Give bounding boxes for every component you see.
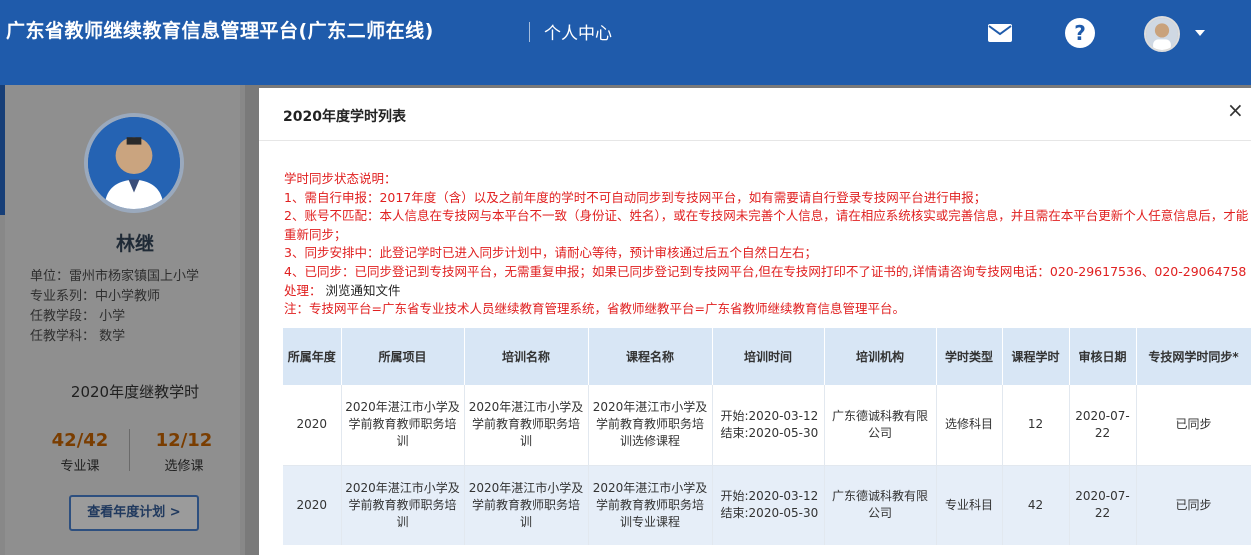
cell-year: 2020	[283, 465, 342, 545]
notice-file-link[interactable]: 浏览通知文件	[326, 283, 401, 298]
top-header: 广东省教师继续教育信息管理平台(广东二师在线) 个人中心 ?	[0, 0, 1251, 85]
cell-time: 开始:2020-03-12 结束:2020-05-30	[712, 385, 825, 466]
note-4-text: 4、已同步：已同步登记到专技网平台，无需重复申报；如果已同步登记到专技网平台,但…	[284, 263, 1247, 298]
column-header: 学时类型	[936, 328, 1003, 385]
platform-title[interactable]: 广东省教师继续教育信息管理平台(广东二师在线)	[6, 16, 434, 43]
cell-hours: 42	[1002, 465, 1070, 545]
note-2: 2、账号不匹配：本人信息在专技网与本平台不一致（身份证、姓名），或在专技网未完善…	[284, 208, 1249, 242]
cell-hours: 12	[1002, 385, 1070, 466]
header-divider	[529, 22, 530, 42]
elective-stat: 12/12 选修课	[144, 430, 224, 474]
cell-project: 2020年湛江市小学及学前教育教师职务培训	[341, 465, 465, 545]
profile-unit: 单位：雷州市杨家镇国上小学	[30, 269, 200, 284]
cell-org: 广东德诚科教有限公司	[824, 385, 937, 466]
cell-type: 专业科目	[936, 465, 1003, 545]
cell-sync-status: 已同步	[1136, 385, 1251, 466]
cell-training: 2020年湛江市小学及学前教育教师职务培训	[464, 385, 589, 466]
profile-info: 单位：雷州市杨家镇国上小学 专业系列：中小学教师 任教学段： 小学 任教学科： …	[30, 267, 199, 347]
help-icon[interactable]: ?	[1065, 18, 1095, 48]
hours-table: 所属年度 所属项目 培训名称 课程名称 培训时间 培训机构 学时类型 课程学时 …	[283, 328, 1251, 545]
cell-time-end: 结束:2020-05-30	[720, 425, 819, 440]
close-icon[interactable]: ×	[1227, 100, 1244, 120]
profile-teaching-subject: 任教学科： 数学	[30, 329, 126, 344]
modal-title: 2020年度学时列表	[283, 109, 406, 125]
column-header: 专技网学时同步*	[1136, 328, 1251, 385]
profile-name: 林继	[115, 233, 154, 255]
note-3: 3、同步安排中：此登记学时已进入同步计划中，请耐心等待，预计审核通过后五个自然日…	[284, 245, 817, 261]
note-4: 4、已同步：已同步登记到专技网平台，无需重复申报；如果已同步登记到专技网平台,但…	[284, 263, 1249, 300]
column-header: 课程学时	[1002, 328, 1070, 385]
table-header-row: 所属年度 所属项目 培训名称 课程名称 培训时间 培训机构 学时类型 课程学时 …	[283, 328, 1251, 385]
view-annual-plan-button[interactable]: 查看年度计划 >	[69, 495, 199, 531]
user-avatar[interactable]	[1144, 16, 1180, 52]
stat-divider	[129, 429, 130, 471]
column-header: 培训机构	[824, 328, 937, 385]
cell-time: 开始:2020-03-12 结束:2020-05-30	[712, 465, 825, 545]
cell-audit-date: 2020-07-22	[1069, 465, 1137, 545]
cell-course: 2020年湛江市小学及学前教育教师职务培训选修课程	[588, 385, 713, 466]
cell-course: 2020年湛江市小学及学前教育教师职务培训专业课程	[588, 465, 713, 545]
table-row: 2020 2020年湛江市小学及学前教育教师职务培训 2020年湛江市小学及学前…	[283, 385, 1251, 466]
cell-time-start: 开始:2020-03-12	[720, 408, 819, 423]
note-5: 注：专技网平台=广东省专业技术人员继续教育管理系统，省教师继教平台=广东省教师继…	[284, 301, 905, 317]
elective-count: 12/12	[155, 430, 213, 451]
chevron-down-icon[interactable]	[1195, 30, 1205, 36]
cell-project: 2020年湛江市小学及学前教育教师职务培训	[341, 385, 465, 466]
column-header: 所属年度	[283, 328, 342, 385]
modal-header-divider	[259, 140, 1251, 141]
column-header: 课程名称	[588, 328, 713, 385]
note-1: 1、需自行申报：2017年度（含）以及之前年度的学时不可自动同步到专技网平台，如…	[284, 189, 987, 205]
sync-status-notes: 学时同步状态说明： 1、需自行申报：2017年度（含）以及之前年度的学时不可自动…	[284, 170, 1249, 319]
profile-panel: 林继 单位：雷州市杨家镇国上小学 专业系列：中小学教师 任教学段： 小学 任教学…	[0, 85, 245, 555]
column-header: 培训名称	[464, 328, 589, 385]
panel-accent-bar	[0, 85, 5, 215]
column-header: 所属项目	[341, 328, 465, 385]
cell-org: 广东德诚科教有限公司	[824, 465, 937, 545]
note-heading: 学时同步状态说明：	[284, 171, 397, 186]
elective-label: 选修课	[164, 459, 204, 474]
avatar	[84, 113, 184, 213]
cell-training: 2020年湛江市小学及学前教育教师职务培训	[464, 465, 589, 545]
profile-teaching-stage: 任教学段： 小学	[30, 309, 126, 324]
mail-icon[interactable]	[988, 24, 1012, 42]
professional-stat: 42/42 专业课	[40, 430, 120, 474]
professional-label: 专业课	[60, 459, 100, 474]
section-title[interactable]: 个人中心	[544, 19, 612, 44]
profile-major-series: 专业系列：中小学教师	[30, 289, 161, 304]
column-header: 审核日期	[1069, 328, 1137, 385]
professional-count: 42/42	[51, 430, 109, 451]
year-hours-title: 2020年度继教学时	[70, 383, 200, 401]
cell-sync-status: 已同步	[1136, 465, 1251, 545]
cell-audit-date: 2020-07-22	[1069, 385, 1137, 466]
cell-type: 选修科目	[936, 385, 1003, 466]
cell-time-end: 结束:2020-05-30	[720, 506, 819, 521]
table-row: 2020 2020年湛江市小学及学前教育教师职务培训 2020年湛江市小学及学前…	[283, 465, 1251, 545]
column-header: 培训时间	[712, 328, 825, 385]
cell-year: 2020	[283, 385, 342, 466]
cell-time-start: 开始:2020-03-12	[720, 489, 819, 504]
hours-list-modal: 2020年度学时列表 × 学时同步状态说明： 1、需自行申报：2017年度（含）…	[259, 88, 1251, 555]
